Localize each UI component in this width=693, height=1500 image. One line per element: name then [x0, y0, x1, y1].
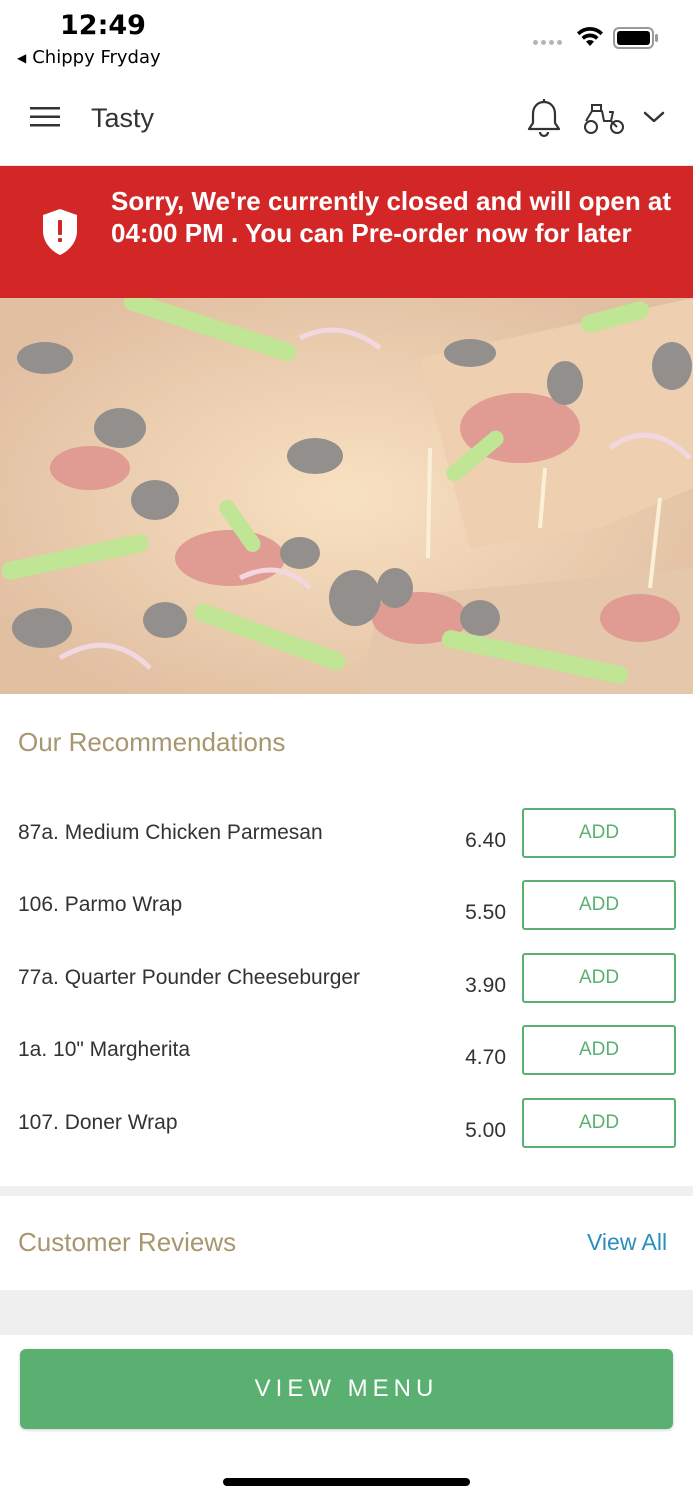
- scooter-icon[interactable]: [582, 102, 626, 136]
- item-price: 5.00: [465, 1119, 506, 1142]
- item-name: 1a. 10" Margherita: [18, 1038, 191, 1061]
- back-app-label: Chippy Fryday: [32, 47, 161, 68]
- recommendations-heading: Our Recommendations: [18, 727, 286, 757]
- app-header: Tasty: [0, 70, 693, 166]
- back-triangle-icon: ◀: [17, 50, 27, 65]
- signal-icon: [533, 40, 562, 45]
- wifi-icon: [577, 26, 603, 46]
- section-divider: [0, 1186, 693, 1196]
- item-name: 87a. Medium Chicken Parmesan: [18, 821, 323, 844]
- add-button[interactable]: ADD: [522, 1098, 676, 1148]
- back-to-app-link[interactable]: ◀ Chippy Fryday: [17, 47, 161, 68]
- item-price: 5.50: [465, 901, 506, 924]
- reviews-heading: Customer Reviews: [18, 1227, 237, 1257]
- item-price: 4.70: [465, 1046, 506, 1069]
- add-button[interactable]: ADD: [522, 953, 676, 1003]
- shield-exclamation-icon: [43, 209, 77, 255]
- view-menu-button[interactable]: VIEW MENU: [20, 1349, 673, 1429]
- view-all-reviews-link[interactable]: View All: [587, 1229, 667, 1256]
- home-indicator[interactable]: [223, 1478, 470, 1486]
- status-time: 12:49: [60, 10, 146, 41]
- hero-pizza-image: [0, 298, 693, 694]
- page-title: Tasty: [91, 103, 155, 133]
- chevron-down-icon[interactable]: [641, 108, 667, 126]
- list-item: 107. Doner Wrap 5.00 ADD: [0, 1098, 693, 1183]
- add-button[interactable]: ADD: [522, 808, 676, 858]
- item-name: 77a. Quarter Pounder Cheeseburger: [18, 966, 361, 989]
- status-bar: 12:49 ◀ Chippy Fryday: [0, 0, 693, 70]
- add-button[interactable]: ADD: [522, 1025, 676, 1075]
- hero-overlay: [0, 298, 693, 694]
- hamburger-menu-icon[interactable]: [28, 103, 62, 131]
- item-name: 106. Parmo Wrap: [18, 893, 183, 916]
- closed-alert-message: Sorry, We're currently closed and will o…: [111, 186, 672, 248]
- section-spacer: [0, 1290, 693, 1335]
- item-name: 107. Doner Wrap: [18, 1111, 178, 1134]
- battery-icon: [613, 27, 658, 49]
- item-price: 3.90: [465, 974, 506, 997]
- item-price: 6.40: [465, 829, 506, 852]
- add-button[interactable]: ADD: [522, 880, 676, 930]
- bell-icon[interactable]: [525, 98, 563, 140]
